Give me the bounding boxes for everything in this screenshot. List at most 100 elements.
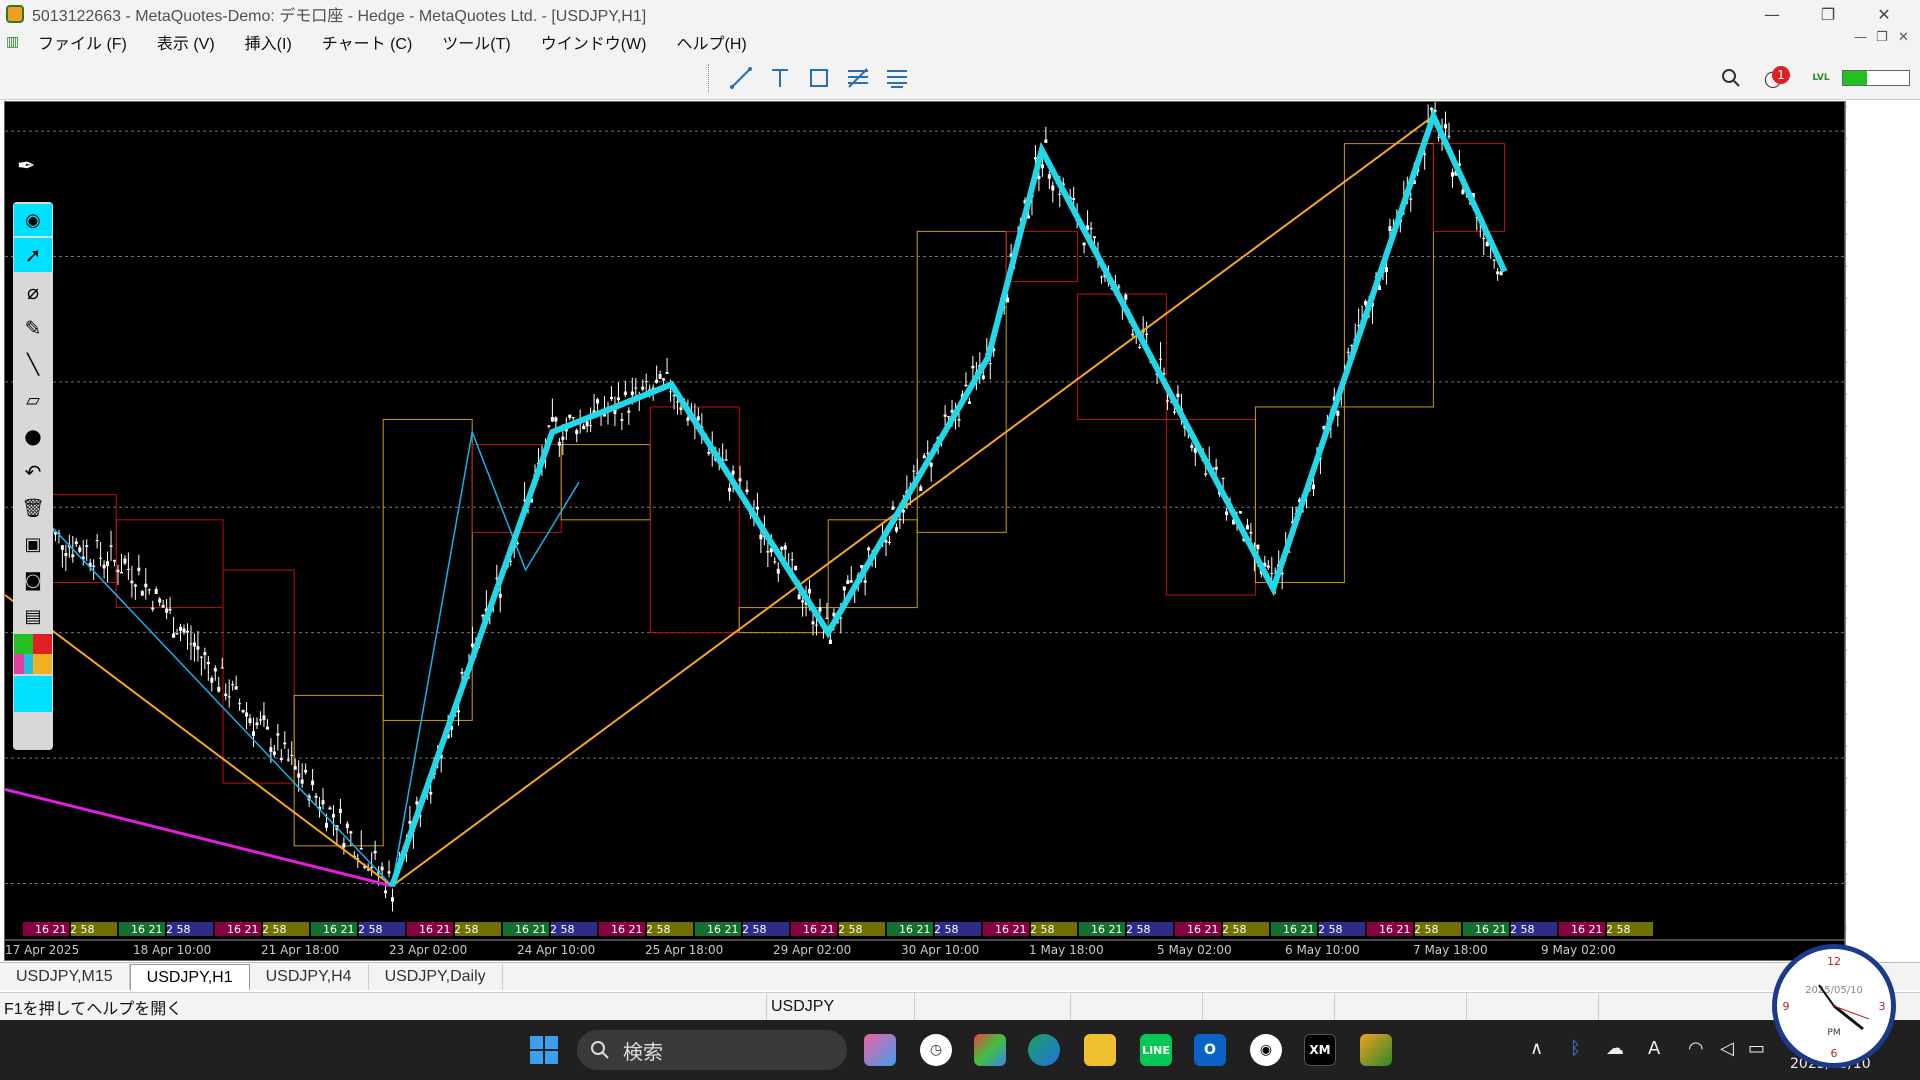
candle-body [345,823,349,829]
menu-window[interactable]: ウインドウ(W) [541,30,647,54]
candle-body [314,795,318,798]
candle-body [119,571,123,574]
tab-usdjpy-daily[interactable]: USDJPY,Daily [369,964,503,990]
menu-file[interactable]: ファイル (F) [38,30,127,54]
file-explorer-icon[interactable] [1084,1034,1116,1066]
candle-body [665,372,669,374]
menu-insert[interactable]: 挿入(I) [245,30,292,54]
candle-body [196,646,200,650]
xm-trading-icon[interactable]: XM [1304,1034,1336,1066]
line-app-icon[interactable]: LINE [1140,1034,1172,1066]
candle-body [481,614,485,617]
menu-view[interactable]: 表示 (V) [157,30,215,54]
lvl-indicator-button[interactable]: LVL [1806,64,1836,92]
copilot-icon[interactable] [864,1034,896,1066]
bear-range-box [471,444,562,533]
undo-icon[interactable]: ↶ [14,456,52,488]
chart-window-icon: ▥ [6,34,20,50]
menu-help[interactable]: ヘルプ(H) [676,30,746,54]
tab-usdjpy-h4[interactable]: USDJPY,H4 [250,964,369,990]
edge-browser-icon[interactable] [1028,1034,1060,1066]
candle-body [165,608,169,613]
highlighter-icon[interactable]: ✎ [14,312,52,344]
session-strip-label: 16 21 2 58 [323,923,382,936]
menu-tools[interactable]: ツール(T) [442,30,510,54]
candle-body [1249,532,1253,534]
eraser-icon[interactable]: ⌀ [14,276,52,308]
ruler-icon[interactable]: ▱ [14,384,52,416]
search-button[interactable] [1716,64,1746,92]
child-close-icon[interactable]: ✕ [1898,30,1909,45]
candle-body [109,545,113,547]
store-icon[interactable] [974,1034,1006,1066]
taskbar-search[interactable]: 検索 [577,1030,847,1070]
bluetooth-icon[interactable]: ᛒ [1570,1038,1581,1059]
candle-body [1124,294,1128,300]
candle-body [460,672,464,674]
rectangle-tool-button[interactable] [804,64,834,92]
magenta-trendline [5,787,393,888]
clock-app-icon[interactable]: ◷ [920,1034,952,1066]
candle-body [342,843,346,848]
candle-body [137,567,141,572]
volume-icon[interactable]: ◁ [1720,1038,1734,1059]
candle-body [498,593,502,598]
price-chart[interactable]: 146.000145.000144.000143.000142.000141.0… [5,102,1847,962]
candle-body [1145,333,1149,336]
candle-body [297,773,301,778]
candle-body [849,580,853,583]
candle-body [144,583,148,588]
color-palette[interactable] [14,634,52,674]
candle-body [707,452,711,454]
orange-trendline-left [5,594,393,887]
candle-body [766,551,770,553]
candle-body [161,605,165,608]
candle-body [943,414,947,417]
candle-body [842,586,846,591]
eye-icon[interactable]: ◉ [14,204,52,236]
cursor-icon[interactable]: ➚ [14,238,52,272]
notifications-button[interactable]: ◯ 1 [1758,64,1790,92]
pin-app-icon[interactable]: ◉ [1250,1034,1282,1066]
candle-body [776,568,780,574]
candle-body [818,607,822,612]
fibonacci-tool-button[interactable] [843,64,873,92]
candle-body [815,624,819,626]
dot-icon[interactable]: ● [14,420,52,452]
candle-body [1040,164,1044,169]
cloud-icon[interactable]: ☁ [1606,1038,1624,1059]
tray-chevron-icon[interactable]: ∧ [1530,1038,1543,1059]
battery-icon[interactable]: ▭ [1748,1038,1765,1059]
candle-body [1245,525,1249,530]
candle-body [116,569,120,573]
clipboard-icon[interactable]: ▤ [14,600,52,632]
wifi-icon[interactable]: ◠ [1688,1038,1704,1059]
candle-body [213,668,217,672]
outlook-icon[interactable]: O [1194,1034,1226,1066]
line-icon[interactable]: ╲ [14,348,52,380]
candle-body [206,661,210,665]
menu-chart[interactable]: チャート (C) [322,30,413,54]
trash-icon[interactable]: 🗑 [14,492,52,524]
tab-usdjpy-m15[interactable]: USDJPY,M15 [0,964,130,990]
candle-body [686,417,690,421]
camera-icon[interactable]: ◙ [14,564,52,596]
channel-tool-button[interactable] [882,64,912,92]
pen-tool[interactable]: ✒ [17,154,45,182]
text-tool-button[interactable] [765,64,795,92]
minimize-button[interactable]: — [1744,0,1800,28]
chart-area[interactable]: 146.000145.000144.000143.000142.000141.0… [4,101,1847,962]
tab-usdjpy-h1[interactable]: USDJPY,H1 [129,964,250,990]
metatrader-taskbar-icon[interactable] [1360,1034,1392,1066]
candle-body [1058,193,1062,195]
child-minimize-icon[interactable]: — [1854,30,1867,45]
maximize-button[interactable]: ❐ [1800,0,1856,28]
close-button[interactable]: ✕ [1856,0,1912,28]
child-restore-icon[interactable]: ❐ [1876,30,1888,45]
candle-body [227,696,231,698]
selected-color-swatch[interactable] [14,676,52,712]
ime-icon[interactable]: A [1648,1038,1660,1059]
monitor-icon[interactable]: ▣ [14,528,52,560]
windows-start-icon[interactable] [528,1034,560,1066]
trendline-tool-button[interactable] [726,64,756,92]
